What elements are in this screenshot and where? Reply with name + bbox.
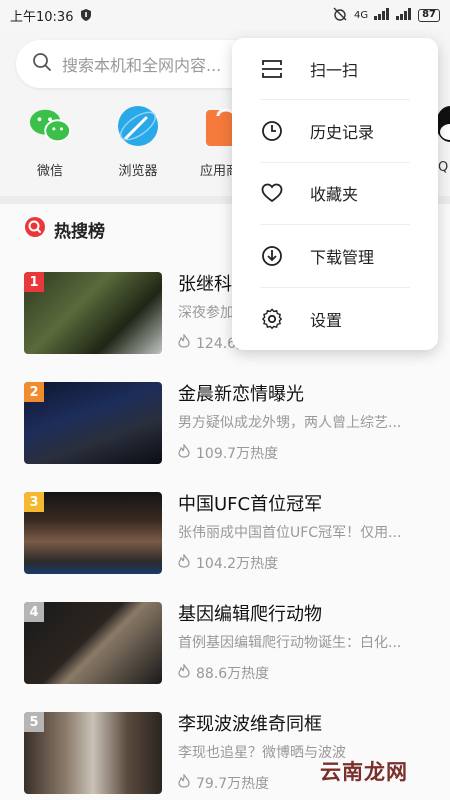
menu-item-settings[interactable]: 设置 (260, 288, 410, 350)
item-title: 中国UFC首位冠军 (178, 494, 323, 515)
fire-icon (178, 553, 190, 572)
item-description: 首例基因编辑爬行动物诞生：白化... (178, 635, 402, 651)
heat-value: 109.7万热度 (196, 446, 279, 462)
fire-icon (178, 443, 190, 462)
rank-badge: 1 (24, 272, 44, 292)
item-heat: 109.7万热度 (178, 443, 278, 463)
browser-icon (116, 104, 160, 148)
news-thumbnail: 3 (24, 492, 162, 574)
search-placeholder: 搜索本机和全网内容... (62, 56, 222, 75)
heat-value: 88.6万热度 (196, 666, 270, 682)
network-type: 4G (353, 9, 369, 21)
news-thumbnail: 1 (24, 272, 162, 354)
news-thumbnail: 5 (24, 712, 162, 794)
menu-item-scan[interactable]: 扫一扫 (260, 38, 410, 101)
item-heat: 88.6万热度 (178, 663, 269, 683)
menu-label: 下载管理 (310, 247, 375, 267)
item-description: 男方疑似成龙外甥，两人曾上综艺... (178, 415, 402, 431)
status-time: 上午10:36 (10, 9, 74, 25)
item-description: 张伟丽成中国首位UFC冠军！仅用... (178, 525, 402, 541)
news-thumbnail: 4 (24, 602, 162, 684)
item-heat: 79.7万热度 (178, 773, 269, 793)
menu-label: 设置 (310, 310, 343, 330)
list-item[interactable]: 2 金晨新恋情曝光 男方疑似成龙外甥，两人曾上综艺... 109.7万热度 (0, 364, 450, 474)
list-item[interactable]: 4 基因编辑爬行动物 首例基因编辑爬行动物诞生：白化... 88.6万热度 (0, 584, 450, 694)
heart-icon (260, 181, 284, 205)
menu-item-downloads[interactable]: 下载管理 (260, 225, 410, 288)
item-title: 基因编辑爬行动物 (178, 604, 322, 625)
rank-badge: 5 (24, 712, 44, 732)
app-browser[interactable]: 浏览器 (108, 104, 168, 190)
download-icon (260, 244, 284, 268)
item-title: 张继科 (178, 274, 232, 295)
search-icon (32, 52, 52, 76)
menu-item-favorites[interactable]: 收藏夹 (260, 163, 410, 226)
watermark-text: 云南龙网 (320, 760, 408, 784)
gear-icon (260, 307, 284, 331)
wechat-icon (28, 104, 72, 148)
status-bar: 上午10:36 4G 87 (0, 0, 450, 30)
app-label: 微信 (36, 164, 63, 179)
overflow-menu: 扫一扫 历史记录 收藏夹 下载管理 设置 (232, 38, 438, 350)
scan-icon (260, 57, 284, 81)
heat-value: 79.7万热度 (196, 776, 270, 792)
fire-icon (178, 663, 190, 682)
app-wechat[interactable]: 微信 (20, 104, 80, 190)
menu-label: 收藏夹 (310, 185, 359, 205)
menu-label: 扫一扫 (310, 60, 359, 80)
rank-badge: 3 (24, 492, 44, 512)
menu-item-history[interactable]: 历史记录 (260, 100, 410, 163)
rank-badge: 2 (24, 382, 44, 402)
list-item[interactable]: 3 中国UFC首位冠军 张伟丽成中国首位UFC冠军！仅用... 104.2万热度 (0, 474, 450, 584)
item-heat: 104.2万热度 (178, 553, 278, 573)
hot-search-icon (24, 216, 46, 242)
alarm-off-icon (332, 6, 348, 25)
item-title: 金晨新恋情曝光 (178, 384, 304, 405)
item-title: 李现波波维奇同框 (178, 714, 322, 735)
battery-indicator: 87 (418, 8, 440, 22)
news-thumbnail: 2 (24, 382, 162, 464)
signal-icon (374, 7, 390, 23)
clock-icon (260, 119, 284, 143)
hot-search-title: 热搜榜 (54, 221, 105, 242)
watermark-logo: 云南龙网 (320, 756, 440, 792)
menu-label: 历史记录 (310, 123, 375, 143)
heat-value: 104.2万热度 (196, 556, 279, 572)
fire-icon (178, 333, 190, 352)
fire-icon (178, 773, 190, 792)
rank-badge: 4 (24, 602, 44, 622)
shield-icon (79, 8, 93, 22)
signal-icon-2 (396, 7, 412, 23)
app-label: Q (438, 160, 449, 175)
app-label: 浏览器 (118, 164, 158, 179)
